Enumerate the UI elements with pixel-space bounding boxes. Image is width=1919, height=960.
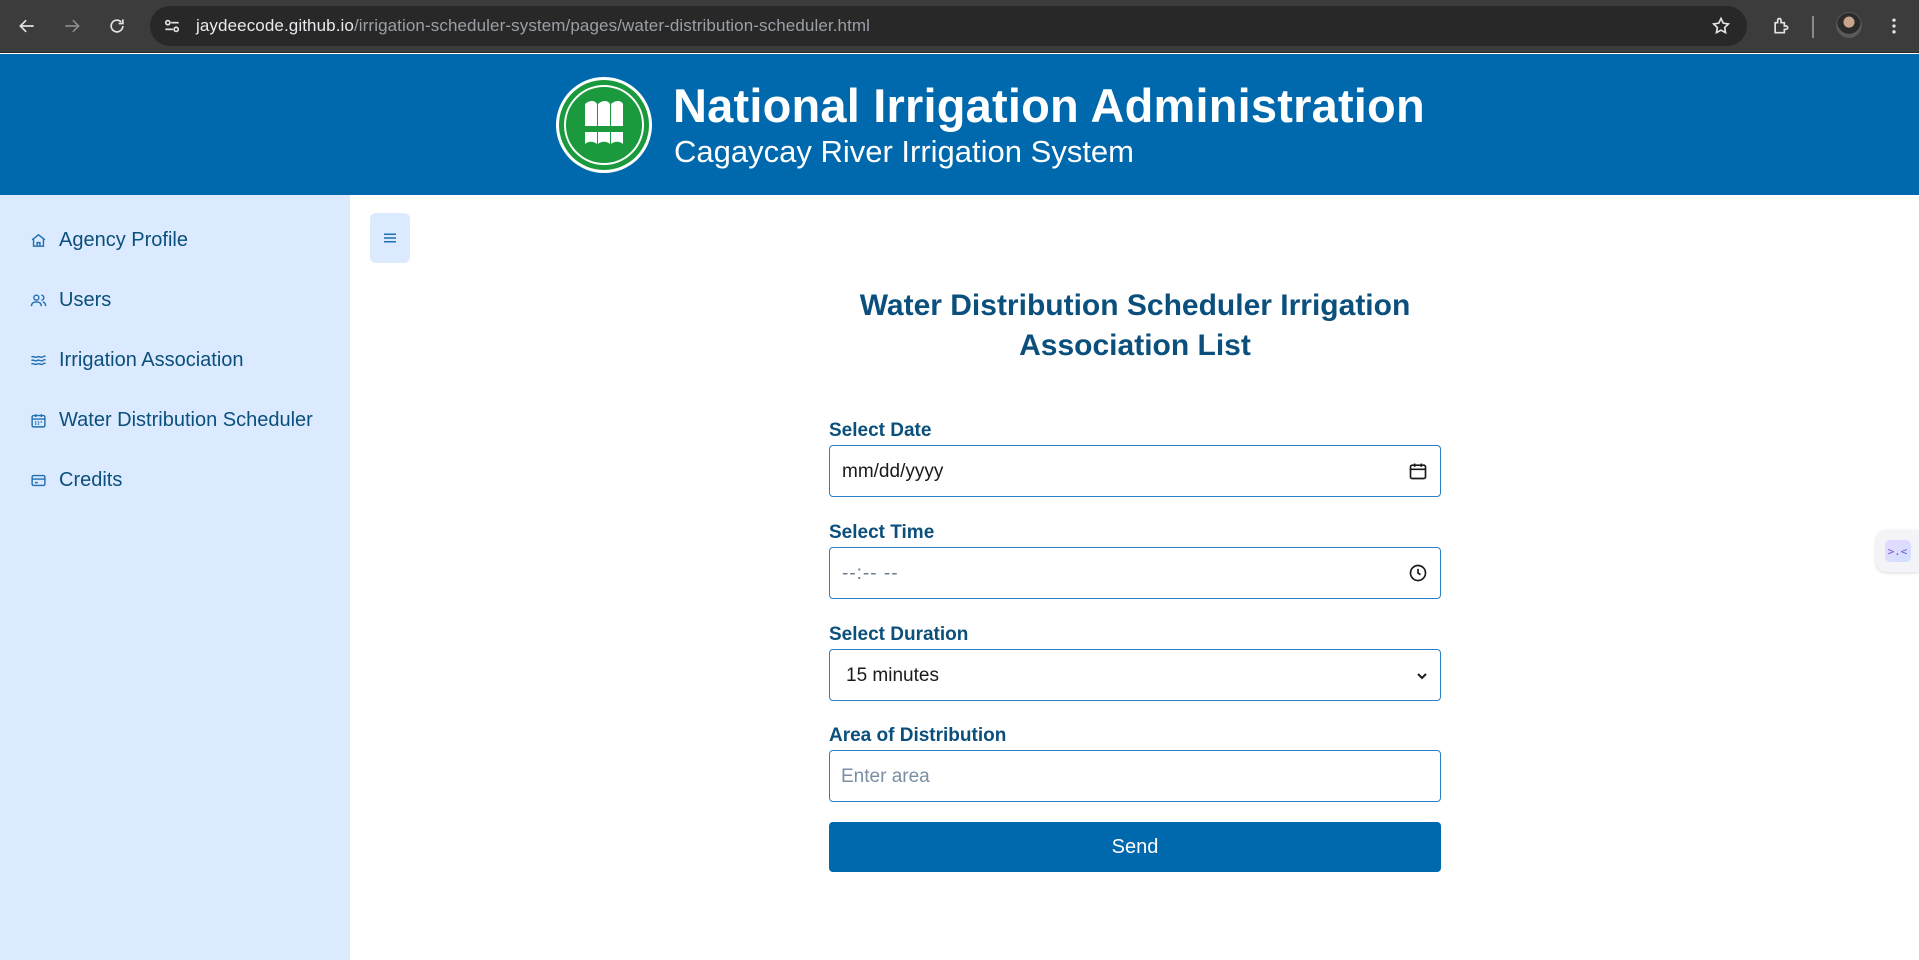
send-button[interactable]: Send [829,822,1441,872]
time-label: Select Time [829,522,935,543]
time-value: --:-- -- [842,563,899,584]
site-info-icon[interactable] [160,14,184,38]
users-icon [30,293,47,306]
page-title: Water Distribution Scheduler Irrigation … [859,289,1411,362]
clock-icon[interactable] [1408,563,1428,583]
site-header: National Irrigation Administration Cagay… [0,54,1919,195]
sidebar-item-users[interactable]: Users [30,284,111,316]
area-input[interactable]: Enter area [829,750,1441,802]
profile-avatar[interactable] [1836,12,1862,38]
sidebar-item-agency-profile[interactable]: Agency Profile [30,224,188,256]
sidebar-item-label: Irrigation Association [59,348,244,371]
forward-icon[interactable] [56,10,88,42]
duration-value: 15 minutes [846,665,939,686]
extension-face-icon: >.< [1884,540,1911,562]
toolbar-divider [1812,16,1814,38]
nia-seal-logo [556,77,652,173]
back-icon[interactable] [11,10,43,42]
area-label: Area of Distribution [829,725,1007,746]
duration-select[interactable]: 15 minutes [829,649,1441,701]
sidebar-item-label: Users [59,288,112,311]
more-menu-icon[interactable] [1880,10,1908,42]
calendar-icon [31,413,46,428]
sidebar-item-label: Credits [59,468,123,491]
sidebar-toggle-button[interactable] [370,213,410,263]
chevron-down-icon [1417,673,1427,680]
calendar-picker-icon[interactable] [1408,461,1428,481]
url-host: jaydeecode.github.io [196,16,354,35]
floating-extension-tab[interactable]: >.< [1876,530,1919,572]
sidebar: Agency Profile Users Irrigation Associat… [0,195,350,960]
bookmark-star-icon[interactable] [1709,14,1733,38]
date-input[interactable]: mm/dd/yyyy [829,445,1441,497]
extensions-icon[interactable] [1765,10,1797,42]
card-icon [31,474,46,486]
sidebar-item-irrigation-association[interactable]: Irrigation Association [30,344,244,376]
sidebar-item-label: Agency Profile [59,228,188,251]
time-input[interactable]: --:-- -- [829,547,1441,599]
area-placeholder: Enter area [841,766,930,787]
home-icon [31,233,46,247]
date-label: Select Date [829,420,932,441]
duration-label: Select Duration [829,624,969,645]
waves-icon [31,354,46,365]
header-title: National Irrigation Administration [673,79,1425,132]
header-subtitle: Cagaycay River Irrigation System [674,134,1134,169]
sidebar-item-label: Water Distribution Scheduler [59,408,313,431]
sidebar-item-water-distribution-scheduler[interactable]: Water Distribution Scheduler [30,404,313,436]
menu-icon [384,233,396,243]
address-bar[interactable]: jaydeecode.github.io/irrigation-schedule… [150,6,1747,46]
reload-icon[interactable] [101,10,133,42]
sidebar-item-credits[interactable]: Credits [30,464,122,496]
url-text: jaydeecode.github.io/irrigation-schedule… [196,16,870,36]
browser-toolbar: jaydeecode.github.io/irrigation-schedule… [0,0,1919,53]
url-path: /irrigation-scheduler-system/pages/water… [353,16,871,35]
date-value: mm/dd/yyyy [842,461,944,482]
